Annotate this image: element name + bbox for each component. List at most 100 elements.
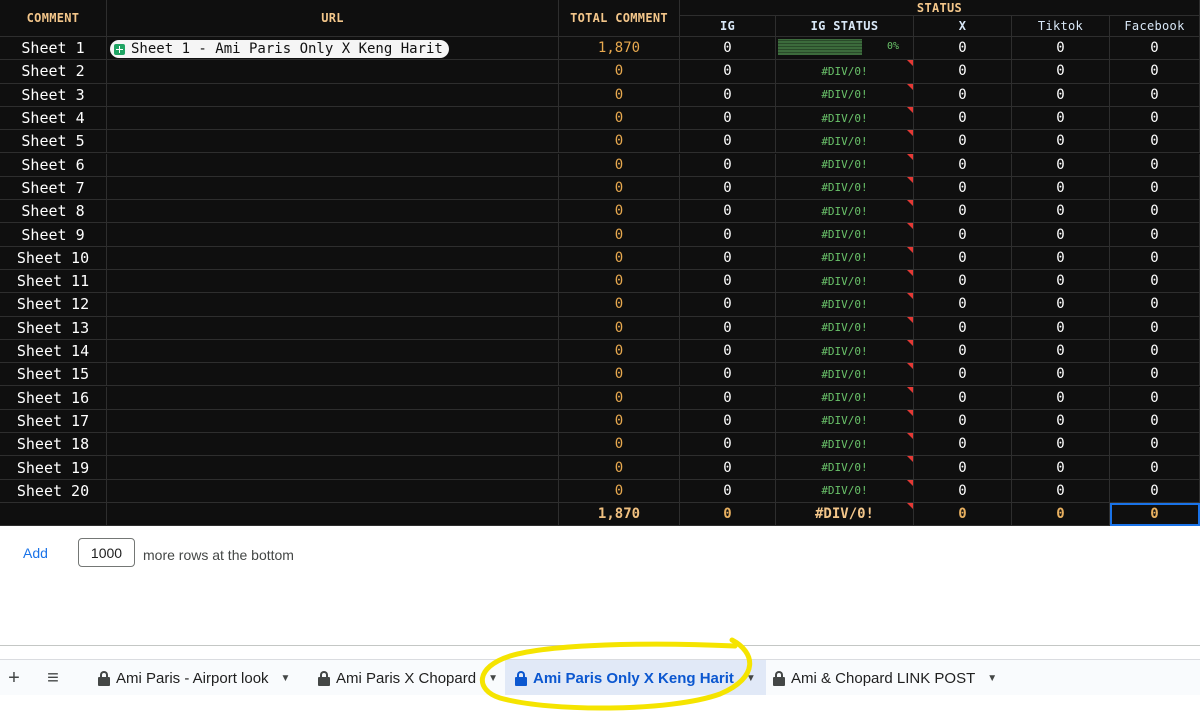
cell-name[interactable]: Sheet 6 [0, 153, 107, 177]
cell-facebook[interactable]: 0 [1110, 130, 1200, 154]
header-tiktok[interactable]: Tiktok [1012, 16, 1110, 37]
cell-x[interactable]: 0 [914, 339, 1012, 364]
cell-total[interactable]: 0 [559, 386, 680, 410]
cell-facebook[interactable]: 0 [1110, 386, 1200, 410]
cell-tiktok[interactable]: 0 [1012, 200, 1110, 224]
cell-name[interactable]: Sheet 11 [0, 270, 107, 294]
cell-facebook[interactable]: 0 [1110, 37, 1200, 61]
cell-ig-status[interactable]: #DIV/0! [776, 153, 914, 177]
cell-facebook[interactable]: 0 [1110, 176, 1200, 201]
cell-url[interactable] [107, 316, 559, 340]
cell-tiktok[interactable]: 0 [1012, 246, 1110, 270]
cell-name[interactable]: Sheet 18 [0, 433, 107, 457]
cell-ig-status[interactable]: 0% [776, 37, 914, 61]
cell-facebook[interactable]: 0 [1110, 363, 1200, 387]
cell-name[interactable]: Sheet 9 [0, 223, 107, 247]
header-ig-status[interactable]: IG STATUS [776, 16, 914, 37]
cell-url[interactable] [107, 409, 559, 434]
cell-name[interactable]: Sheet 12 [0, 293, 107, 317]
cell-facebook[interactable]: 0 [1110, 456, 1200, 480]
cell-ig-status[interactable]: #DIV/0! [776, 293, 914, 317]
cell-url[interactable] [107, 223, 559, 247]
cell-ig-status[interactable]: #DIV/0! [776, 83, 914, 107]
footer-tiktok[interactable]: 0 [1012, 503, 1110, 526]
cell-tiktok[interactable]: 0 [1012, 130, 1110, 154]
cell-ig[interactable]: 0 [680, 200, 776, 224]
cell-ig[interactable]: 0 [680, 386, 776, 410]
cell-ig[interactable]: 0 [680, 83, 776, 107]
cell-total[interactable]: 0 [559, 316, 680, 340]
cell-url[interactable] [107, 339, 559, 364]
cell-tiktok[interactable]: 0 [1012, 316, 1110, 340]
cell-name[interactable]: Sheet 14 [0, 339, 107, 364]
cell-name[interactable]: Sheet 2 [0, 60, 107, 84]
cell-ig[interactable]: 0 [680, 409, 776, 434]
cell-x[interactable]: 0 [914, 433, 1012, 457]
footer-name[interactable] [0, 503, 107, 526]
cell-total[interactable]: 0 [559, 130, 680, 154]
cell-name[interactable]: Sheet 20 [0, 479, 107, 503]
cell-ig[interactable]: 0 [680, 433, 776, 457]
cell-name[interactable]: Sheet 5 [0, 130, 107, 154]
cell-name[interactable]: Sheet 17 [0, 409, 107, 434]
cell-name[interactable]: Sheet 4 [0, 106, 107, 131]
cell-ig-status[interactable]: #DIV/0! [776, 339, 914, 364]
cell-total[interactable]: 0 [559, 60, 680, 84]
cell-ig[interactable]: 0 [680, 363, 776, 387]
cell-total[interactable]: 0 [559, 106, 680, 131]
cell-tiktok[interactable]: 0 [1012, 176, 1110, 201]
cell-ig[interactable]: 0 [680, 130, 776, 154]
cell-facebook[interactable]: 0 [1110, 60, 1200, 84]
plus-icon[interactable]: + [2, 666, 26, 690]
caret-down-icon[interactable]: ▼ [281, 673, 291, 684]
cell-total[interactable]: 0 [559, 433, 680, 457]
cell-tiktok[interactable]: 0 [1012, 409, 1110, 434]
sheet-tab-1[interactable]: Ami Paris - Airport look ▼ [88, 660, 300, 696]
cell-tiktok[interactable]: 0 [1012, 456, 1110, 480]
cell-tiktok[interactable]: 0 [1012, 106, 1110, 131]
cell-x[interactable]: 0 [914, 223, 1012, 247]
cell-url[interactable] [107, 246, 559, 270]
cell-url[interactable] [107, 106, 559, 131]
cell-ig-status[interactable]: #DIV/0! [776, 456, 914, 480]
cell-name[interactable]: Sheet 15 [0, 363, 107, 387]
cell-x[interactable]: 0 [914, 270, 1012, 294]
cell-x[interactable]: 0 [914, 37, 1012, 61]
sheet-link-chip[interactable]: Sheet 1 - Ami Paris Only X Keng Harit [110, 40, 449, 58]
header-total-comment[interactable]: TOTAL COMMENT [559, 0, 680, 37]
cell-tiktok[interactable]: 0 [1012, 270, 1110, 294]
footer-ig[interactable]: 0 [680, 503, 776, 526]
cell-ig[interactable]: 0 [680, 246, 776, 270]
cell-x[interactable]: 0 [914, 176, 1012, 201]
header-ig[interactable]: IG [680, 16, 776, 37]
header-facebook[interactable]: Facebook [1110, 16, 1200, 37]
menu-icon[interactable]: ≡ [41, 666, 65, 690]
cell-ig[interactable]: 0 [680, 270, 776, 294]
cell-url[interactable] [107, 293, 559, 317]
cell-total[interactable]: 0 [559, 270, 680, 294]
cell-x[interactable]: 0 [914, 106, 1012, 131]
cell-total[interactable]: 0 [559, 293, 680, 317]
cell-ig-status[interactable]: #DIV/0! [776, 106, 914, 131]
header-comment[interactable]: COMMENT [0, 0, 107, 37]
header-status[interactable]: STATUS [680, 0, 1200, 16]
cell-ig-status[interactable]: #DIV/0! [776, 130, 914, 154]
cell-total[interactable]: 0 [559, 479, 680, 503]
cell-ig-status[interactable]: #DIV/0! [776, 223, 914, 247]
cell-url[interactable] [107, 386, 559, 410]
cell-facebook[interactable]: 0 [1110, 246, 1200, 270]
cell-url[interactable] [107, 270, 559, 294]
footer-total[interactable]: 1,870 [559, 503, 680, 526]
cell-tiktok[interactable]: 0 [1012, 479, 1110, 503]
cell-x[interactable]: 0 [914, 316, 1012, 340]
cell-x[interactable]: 0 [914, 60, 1012, 84]
caret-down-icon[interactable]: ▼ [746, 673, 756, 684]
cell-ig-status[interactable]: #DIV/0! [776, 316, 914, 340]
cell-url[interactable] [107, 363, 559, 387]
cell-facebook[interactable]: 0 [1110, 316, 1200, 340]
footer-facebook[interactable]: 0 [1110, 503, 1200, 526]
cell-ig-status[interactable]: #DIV/0! [776, 246, 914, 270]
cell-total[interactable]: 0 [559, 176, 680, 201]
cell-tiktok[interactable]: 0 [1012, 293, 1110, 317]
cell-url[interactable] [107, 176, 559, 201]
